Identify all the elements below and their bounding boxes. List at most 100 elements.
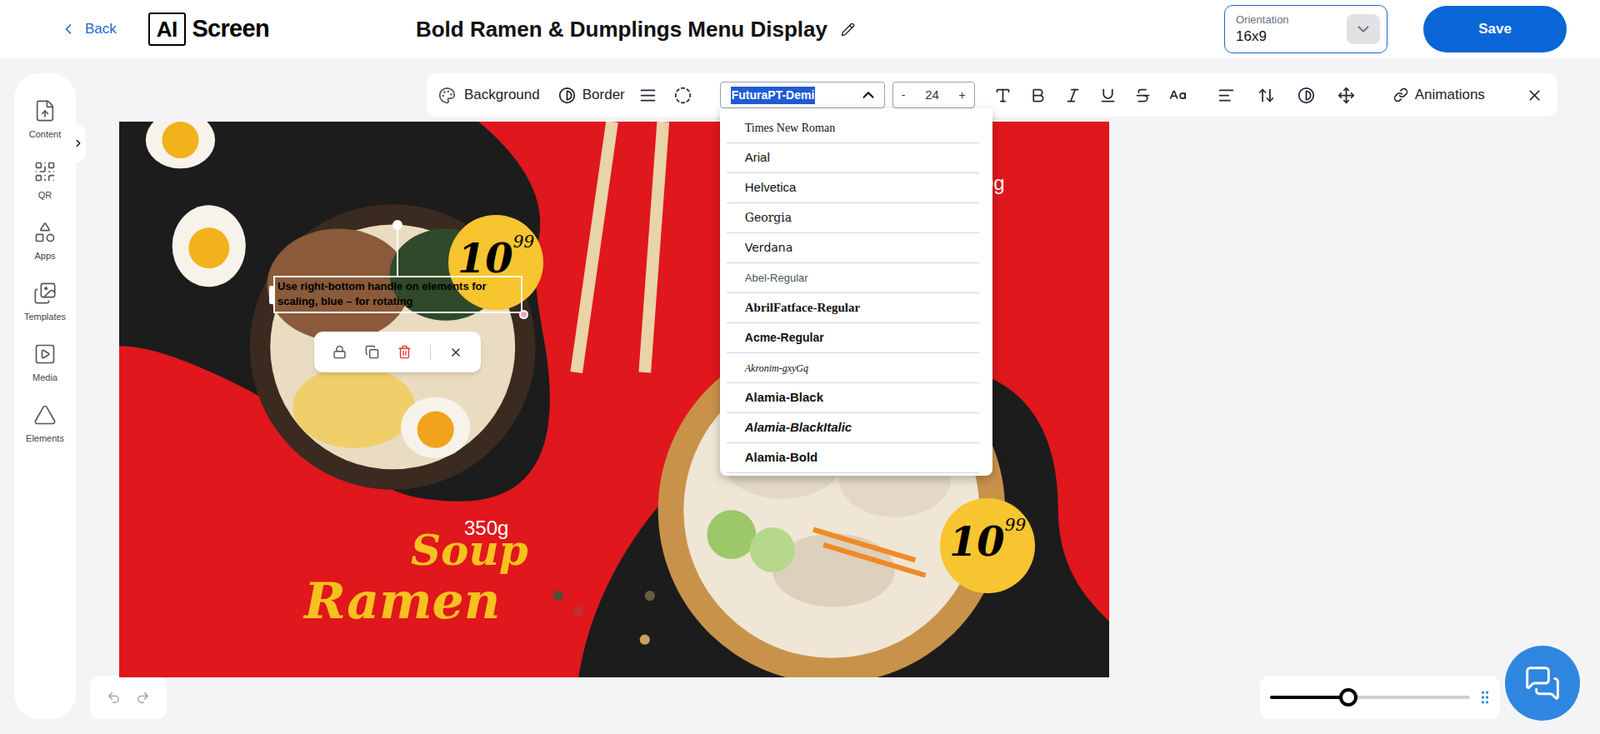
size-decrease-button[interactable]: -	[901, 86, 906, 105]
text-case-button[interactable]	[1166, 83, 1190, 107]
sidebar-item[interactable]: Content	[14, 90, 76, 151]
move-button[interactable]	[1335, 83, 1359, 107]
scale-handle[interactable]	[519, 310, 529, 320]
project-title: Bold Ramen & Dumplings Menu Display	[415, 13, 855, 46]
bold-button[interactable]	[1026, 83, 1050, 107]
sidebar-item[interactable]: Media	[14, 333, 76, 395]
top-bar: Back AIScreen Bold Ramen & Dumplings Menu …	[0, 0, 1600, 59]
chevron-right-icon	[72, 137, 85, 150]
font-size-value[interactable]: 24	[925, 85, 940, 105]
logo-mark: AI	[148, 12, 186, 46]
close-icon[interactable]	[449, 345, 463, 360]
sidebar-item[interactable]: Elements	[14, 394, 76, 455]
line-weight-icon	[639, 86, 657, 105]
font-option[interactable]: Verdana	[726, 233, 980, 264]
title-bottom[interactable]: Ramen	[304, 575, 500, 626]
font-select-value: FuturaPT-Demi	[730, 86, 816, 105]
move-icon	[1337, 86, 1355, 105]
media-icon	[33, 342, 57, 366]
font-select[interactable]: FuturaPT-DemiTimes New RomanArialHelveti…	[720, 81, 885, 109]
selected-text-element[interactable]: Use right-bottom handle on elements for …	[273, 275, 523, 314]
font-option[interactable]: Times New Roman	[726, 113, 980, 144]
pencil-icon[interactable]	[840, 22, 855, 37]
font-option[interactable]: Helvetica	[726, 173, 980, 204]
font-size-stepper: -24 +	[892, 81, 975, 109]
italic-icon	[1064, 86, 1082, 105]
chevron-left-icon	[60, 20, 77, 38]
chat-button[interactable]	[1505, 645, 1580, 721]
undo-icon[interactable]	[106, 690, 121, 705]
close-button[interactable]	[1522, 83, 1546, 107]
chevron-up-icon	[859, 85, 878, 105]
workspace: ContentQRAppsTemplatesMediaElements Backg…	[0, 58, 1600, 734]
apps-icon	[33, 220, 57, 245]
undo-redo	[90, 675, 167, 720]
underline-button[interactable]	[1096, 83, 1120, 107]
strikethrough-icon	[1134, 86, 1152, 105]
close-icon	[1525, 86, 1544, 105]
logo: AIScreen	[148, 10, 270, 48]
title-top[interactable]: Soup	[410, 530, 529, 572]
font-option[interactable]: Alamia-BlackItalic	[726, 413, 980, 444]
sidebar-expand-button[interactable]	[70, 125, 86, 162]
opacity-icon	[1297, 86, 1315, 105]
background-button[interactable]: Background	[438, 84, 540, 106]
animations-button[interactable]: Animations	[1393, 84, 1485, 106]
font-option[interactable]: Georgia	[726, 203, 980, 234]
sidebar-item[interactable]: Templates	[14, 272, 76, 334]
text-toolbar: Background Border FuturaPT-DemiTimes New R…	[426, 73, 1558, 117]
rotation-handle-line	[396, 224, 399, 276]
templates-icon	[33, 281, 57, 305]
font-option[interactable]: AbrilFatface-Regular	[726, 293, 980, 324]
app: Back AIScreen Bold Ramen & Dumplings Menu …	[0, 0, 1600, 734]
line-height-button[interactable]	[1255, 83, 1279, 107]
resize-handle-left[interactable]	[269, 285, 275, 305]
size-increase-button[interactable]: +	[959, 86, 966, 105]
grip-icon[interactable]	[1476, 689, 1494, 706]
qr-icon	[33, 160, 57, 184]
price-badge[interactable]: 1099	[940, 498, 1035, 594]
corner-radius-icon	[674, 86, 692, 105]
corner-radius-button[interactable]	[671, 83, 695, 107]
align-left-button[interactable]	[1215, 83, 1239, 107]
font-option[interactable]: Acme-Regular	[726, 323, 980, 354]
orientation-value: 16x9	[1235, 27, 1347, 45]
sidebar: ContentQRAppsTemplatesMediaElements	[14, 73, 76, 720]
line-weight-button[interactable]	[636, 83, 660, 107]
font-dropdown: Times New RomanArialHelveticaGeorgiaVerd…	[720, 108, 993, 476]
underline-icon	[1099, 86, 1117, 105]
strikethrough-button[interactable]	[1131, 83, 1155, 107]
zoom-control	[1260, 675, 1500, 720]
logo-text: Screen	[192, 10, 270, 48]
line-height-icon	[1257, 86, 1275, 105]
orientation-label: Orientation	[1235, 13, 1347, 27]
link-icon	[1393, 87, 1409, 103]
elements-icon	[33, 403, 57, 427]
zoom-slider[interactable]	[1270, 695, 1470, 700]
sidebar-item[interactable]: Apps	[14, 211, 76, 273]
lock-icon[interactable]	[332, 345, 347, 360]
save-button[interactable]: Save	[1423, 5, 1567, 53]
rotation-handle[interactable]	[392, 220, 403, 230]
font-option[interactable]: Alamia-Bold	[726, 443, 980, 474]
zoom-thumb[interactable]	[1339, 688, 1358, 707]
orientation-select[interactable]: Orientation16x9	[1224, 5, 1388, 54]
text-effects-button[interactable]	[991, 83, 1015, 107]
font-option[interactable]: Akronim-gxyGq	[726, 353, 980, 384]
border-button[interactable]: Border	[558, 84, 625, 106]
price-badge[interactable]: 1099	[448, 215, 544, 310]
italic-button[interactable]	[1061, 83, 1085, 107]
copy-icon[interactable]	[365, 345, 380, 360]
font-option[interactable]: Alamia-Black	[726, 383, 980, 414]
background-icon	[438, 86, 456, 105]
bold-icon	[1029, 86, 1047, 105]
font-option[interactable]: Abel-Regular	[726, 263, 980, 294]
opacity-button[interactable]	[1295, 83, 1319, 107]
sidebar-item[interactable]: QR	[14, 150, 76, 212]
redo-icon[interactable]	[135, 690, 150, 705]
trash-icon[interactable]	[397, 345, 412, 360]
font-option[interactable]: Arial	[726, 143, 980, 174]
text-case-icon	[1169, 86, 1187, 105]
back-button[interactable]: Back	[60, 18, 117, 40]
chevron-down-icon	[1354, 20, 1373, 39]
